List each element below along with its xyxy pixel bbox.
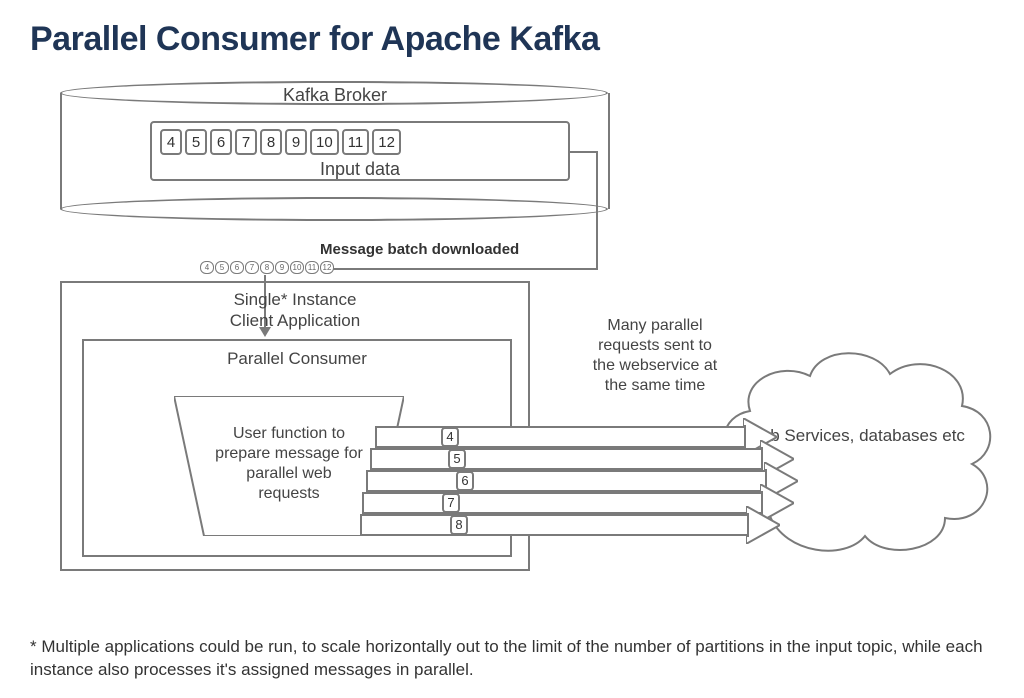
user-function-text: User function to prepare message for par… — [199, 424, 379, 504]
input-data-label: Input data — [160, 159, 560, 180]
input-queue: 4 5 6 7 8 9 10 11 12 Input data — [150, 121, 570, 181]
mini-msg: 7 — [245, 261, 259, 274]
mini-msg: 4 — [200, 261, 214, 274]
footnote-text: * Multiple applications could be run, to… — [30, 636, 994, 682]
user-fn-line: requests — [258, 485, 319, 502]
client-app-label-line: Client Application — [230, 311, 360, 330]
mini-msg: 8 — [260, 261, 274, 274]
connector-line — [330, 268, 598, 270]
mini-msg: 6 — [230, 261, 244, 274]
mini-msg: 11 — [305, 261, 319, 274]
message-cell: 4 — [160, 129, 182, 155]
parallel-arrow: 6 — [460, 470, 766, 492]
parallel-arrow — [362, 492, 446, 514]
parallel-arrow — [360, 514, 454, 536]
connector-line — [570, 151, 598, 153]
user-fn-line: prepare message for — [215, 445, 363, 462]
mini-msg: 12 — [320, 261, 334, 274]
message-cell: 6 — [210, 129, 232, 155]
page-title: Parallel Consumer for Apache Kafka — [30, 20, 994, 59]
client-app-label-line: Single* Instance — [234, 290, 357, 309]
download-label: Message batch downloaded — [320, 241, 519, 258]
mini-msg: 9 — [275, 261, 289, 274]
message-cell: 10 — [310, 129, 339, 155]
message-cell: 7 — [235, 129, 257, 155]
parallel-arrow: 7 — [446, 492, 762, 514]
parallel-arrow: 8 — [454, 514, 748, 536]
architecture-diagram: Kafka Broker 4 5 6 7 8 9 10 11 12 Input … — [30, 71, 1000, 621]
broker-label: Kafka Broker — [60, 85, 610, 106]
message-cell: 11 — [342, 129, 370, 155]
message-cell: 5 — [185, 129, 207, 155]
parallel-note-line: Many parallel — [607, 317, 702, 334]
user-fn-line: User function to — [233, 425, 345, 442]
arrow-right-icon — [746, 506, 780, 544]
message-cell: 8 — [260, 129, 282, 155]
arrow-number: 4 — [441, 427, 459, 447]
message-cell: 9 — [285, 129, 307, 155]
arrow-number: 8 — [450, 515, 468, 535]
message-cell: 12 — [372, 129, 401, 155]
client-app-label: Single* Instance Client Application — [62, 289, 528, 332]
message-row: 4 5 6 7 8 9 10 11 12 — [160, 129, 560, 155]
mini-batch-row: 4 5 6 7 8 9 10 11 12 — [200, 261, 334, 274]
parallel-arrow: 4 — [445, 426, 745, 448]
arrow-number: 5 — [448, 449, 466, 469]
arrow-number: 7 — [442, 493, 460, 513]
parallel-note-line: the webservice at — [593, 357, 718, 374]
mini-msg: 5 — [215, 261, 229, 274]
mini-msg: 10 — [290, 261, 304, 274]
parallel-note-line: requests sent to — [598, 337, 712, 354]
parallel-arrow — [375, 426, 445, 448]
parallel-arrow — [370, 448, 452, 470]
connector-line — [596, 151, 598, 268]
user-fn-line: parallel web — [246, 465, 331, 482]
kafka-broker-cylinder: Kafka Broker 4 5 6 7 8 9 10 11 12 Input … — [60, 81, 610, 221]
parallel-consumer-label: Parallel Consumer — [84, 349, 510, 369]
arrow-number: 6 — [456, 471, 474, 491]
parallel-arrow — [366, 470, 460, 492]
parallel-arrow: 5 — [452, 448, 762, 470]
parallel-note-line: the same time — [605, 377, 705, 394]
